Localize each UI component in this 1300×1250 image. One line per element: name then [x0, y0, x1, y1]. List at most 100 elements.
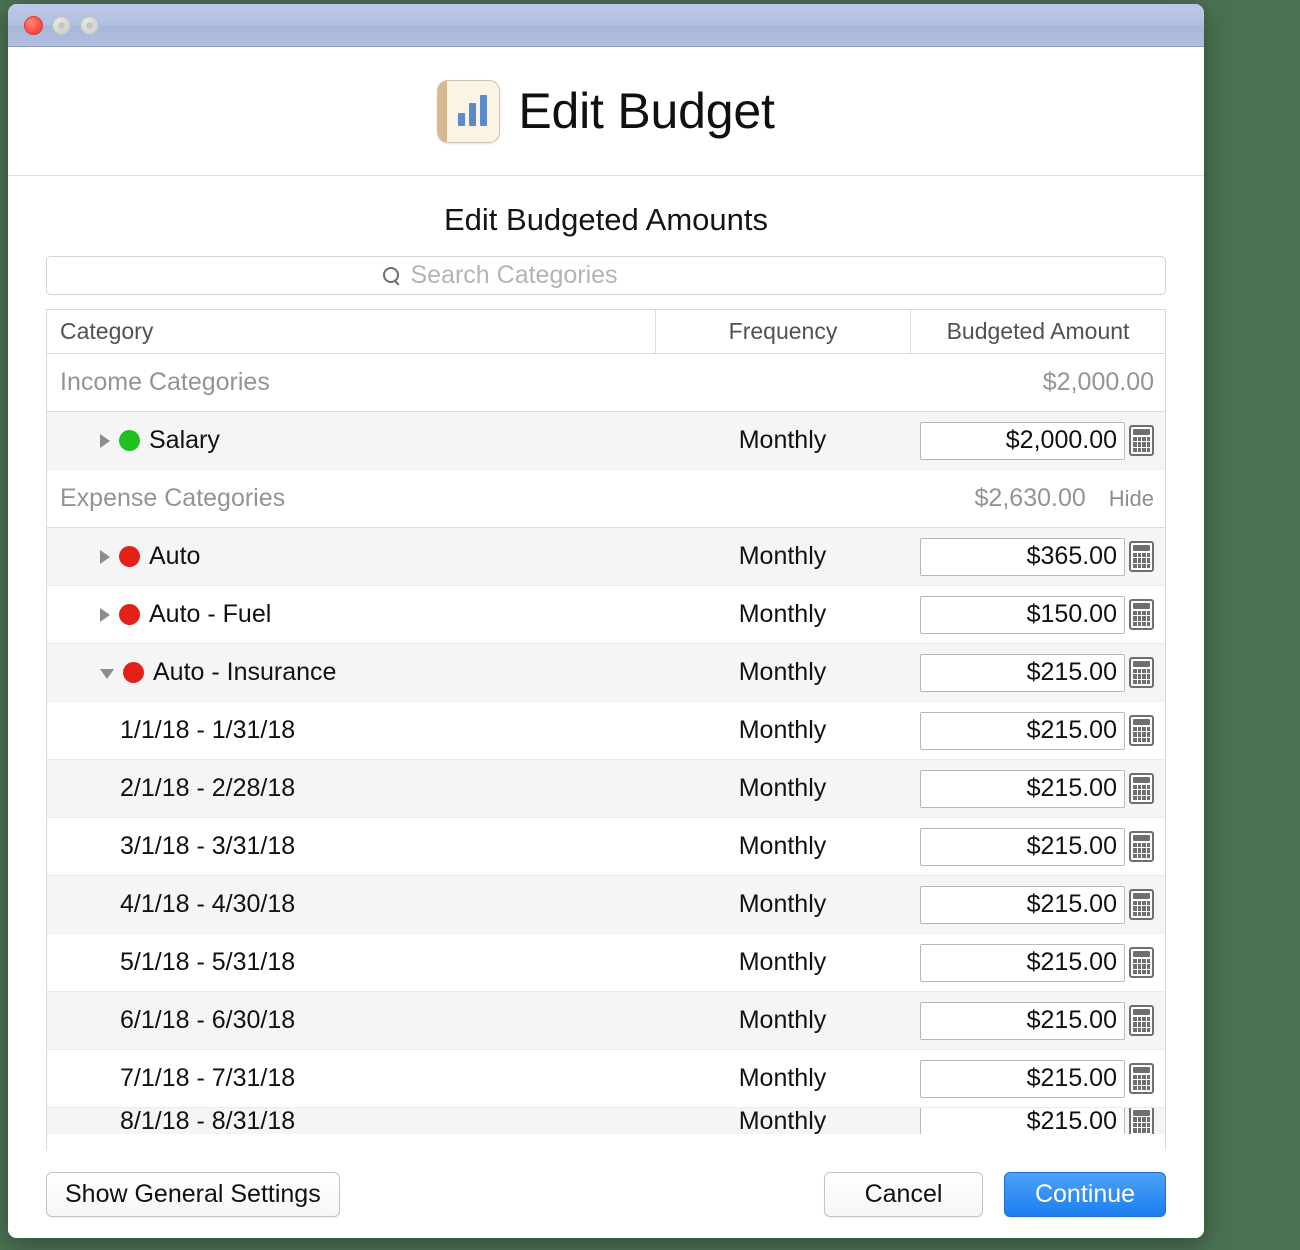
frequency-value: Monthly [739, 716, 827, 745]
frequency-cell[interactable]: Monthly [655, 948, 910, 977]
frequency-cell[interactable]: Monthly [655, 716, 910, 745]
calculator-icon[interactable] [1129, 1108, 1154, 1134]
frequency-value: Monthly [739, 948, 827, 977]
section-total: $2,630.00 [975, 484, 1086, 513]
budget-amount-input[interactable]: $215.00 [920, 770, 1125, 808]
amount-cell: $215.00 [910, 1002, 1165, 1040]
budget-amount-input[interactable]: $215.00 [920, 1060, 1125, 1098]
disclosure-triangle-expanded-icon[interactable] [100, 669, 114, 679]
category-cell: 1/1/18 - 1/31/18 [47, 716, 655, 745]
period-row[interactable]: 6/1/18 - 6/30/18 Monthly $215.00 [47, 992, 1165, 1050]
amount-cell: $365.00 [910, 538, 1165, 576]
frequency-value: Monthly [739, 890, 827, 919]
calculator-icon[interactable] [1129, 541, 1154, 572]
budget-amount-field[interactable]: $215.00 [920, 770, 1154, 808]
calculator-icon[interactable] [1129, 657, 1154, 688]
frequency-value: Monthly [739, 426, 827, 455]
budget-amount-field[interactable]: $215.00 [920, 1002, 1154, 1040]
column-header-frequency[interactable]: Frequency [655, 310, 910, 353]
frequency-cell[interactable]: Monthly [655, 774, 910, 803]
category-row[interactable]: AutoMonthly$365.00 [47, 528, 1165, 586]
period-row[interactable]: 2/1/18 - 2/28/18Monthly$215.00 [47, 760, 1165, 818]
budget-amount-field[interactable]: $215.00 [920, 1060, 1154, 1098]
frequency-value: Monthly [739, 1108, 827, 1134]
budget-amount-input[interactable]: $150.00 [920, 596, 1125, 634]
minimize-button[interactable] [52, 16, 71, 35]
app-title: Edit Budget [518, 82, 774, 140]
window-titlebar [8, 4, 1204, 47]
calculator-icon[interactable] [1129, 425, 1154, 456]
frequency-cell[interactable]: Monthly [655, 890, 910, 919]
amount-cell: $215.00 [910, 770, 1165, 808]
calculator-icon[interactable] [1129, 1005, 1154, 1036]
budget-amount-input[interactable]: $365.00 [920, 538, 1125, 576]
category-row[interactable]: Auto - InsuranceMonthly$215.00 [47, 644, 1165, 702]
period-row[interactable]: 4/1/18 - 4/30/18Monthly$215.00 [47, 876, 1165, 934]
frequency-value: Monthly [739, 542, 827, 571]
table-body: Income Categories$2,000.00SalaryMonthly$… [47, 354, 1165, 1134]
frequency-cell[interactable]: Monthly [655, 426, 910, 455]
calculator-icon[interactable] [1129, 947, 1154, 978]
budget-amount-field[interactable]: $215.00 [920, 1108, 1154, 1134]
search-bar-container [8, 256, 1204, 309]
calculator-icon[interactable] [1129, 599, 1154, 630]
budget-table: Category Frequency Budgeted Amount Incom… [46, 309, 1166, 1150]
budget-amount-input[interactable]: $215.00 [920, 1108, 1125, 1134]
budget-amount-field[interactable]: $215.00 [920, 654, 1154, 692]
frequency-cell[interactable]: Monthly [655, 832, 910, 861]
search-field[interactable] [46, 256, 1166, 295]
frequency-value: Monthly [739, 600, 827, 629]
close-button[interactable] [24, 16, 43, 35]
calculator-icon[interactable] [1129, 1063, 1154, 1094]
budget-amount-field[interactable]: $215.00 [920, 886, 1154, 924]
amount-cell: $215.00 [910, 828, 1165, 866]
budget-amount-field[interactable]: $365.00 [920, 538, 1154, 576]
column-header-category[interactable]: Category [47, 310, 655, 353]
category-name: 5/1/18 - 5/31/18 [120, 948, 295, 977]
budget-amount-field[interactable]: $215.00 [920, 828, 1154, 866]
calculator-icon[interactable] [1129, 773, 1154, 804]
category-row[interactable]: SalaryMonthly$2,000.00 [47, 412, 1165, 470]
period-row[interactable]: 3/1/18 - 3/31/18Monthly$215.00 [47, 818, 1165, 876]
show-general-settings-button[interactable]: Show General Settings [46, 1172, 340, 1217]
dialog-content: Edit Budgeted Amounts Category Frequency… [8, 176, 1204, 1238]
frequency-cell[interactable]: Monthly [655, 1006, 910, 1035]
calculator-icon[interactable] [1129, 715, 1154, 746]
frequency-cell[interactable]: Monthly [655, 658, 910, 687]
continue-button[interactable]: Continue [1004, 1172, 1166, 1217]
category-cell: 8/1/18 - 8/31/18 [47, 1108, 655, 1134]
period-row[interactable]: 7/1/18 - 7/31/18Monthly$215.00 [47, 1050, 1165, 1108]
frequency-value: Monthly [739, 1006, 827, 1035]
calculator-icon[interactable] [1129, 831, 1154, 862]
frequency-cell[interactable]: Monthly [655, 1064, 910, 1093]
column-header-budgeted-amount[interactable]: Budgeted Amount [910, 310, 1165, 353]
calculator-icon[interactable] [1129, 889, 1154, 920]
period-row[interactable]: 8/1/18 - 8/31/18 Monthly $215.00 [47, 1108, 1165, 1134]
period-row[interactable]: 5/1/18 - 5/31/18 Monthly $215.00 [47, 934, 1165, 992]
frequency-cell[interactable]: Monthly [655, 542, 910, 571]
section-total: $2,000.00 [1043, 368, 1154, 397]
disclosure-triangle-collapsed-icon[interactable] [100, 608, 110, 622]
budget-amount-input[interactable]: $215.00 [920, 1002, 1125, 1040]
budget-amount-input[interactable]: $215.00 [920, 944, 1125, 982]
budget-amount-input[interactable]: $215.00 [920, 828, 1125, 866]
category-row[interactable]: Auto - FuelMonthly$150.00 [47, 586, 1165, 644]
disclosure-triangle-collapsed-icon[interactable] [100, 550, 110, 564]
frequency-cell[interactable]: Monthly [655, 600, 910, 629]
budget-amount-field[interactable]: $215.00 [920, 944, 1154, 982]
budget-amount-field[interactable]: $2,000.00 [920, 422, 1154, 460]
disclosure-triangle-collapsed-icon[interactable] [100, 434, 110, 448]
search-input[interactable] [411, 261, 831, 290]
budget-amount-field[interactable]: $150.00 [920, 596, 1154, 634]
cancel-button[interactable]: Cancel [824, 1172, 983, 1217]
maximize-button[interactable] [80, 16, 99, 35]
budget-amount-input[interactable]: $215.00 [920, 712, 1125, 750]
budget-amount-field[interactable]: $215.00 [920, 712, 1154, 750]
frequency-cell[interactable]: Monthly [655, 1108, 910, 1134]
budget-amount-input[interactable]: $215.00 [920, 886, 1125, 924]
budget-amount-input[interactable]: $2,000.00 [920, 422, 1125, 460]
section-hide-link[interactable]: Hide [1109, 486, 1154, 512]
period-row[interactable]: 1/1/18 - 1/31/18 Monthly $215.00 [47, 702, 1165, 760]
budget-amount-input[interactable]: $215.00 [920, 654, 1125, 692]
category-cell: 6/1/18 - 6/30/18 [47, 1006, 655, 1035]
